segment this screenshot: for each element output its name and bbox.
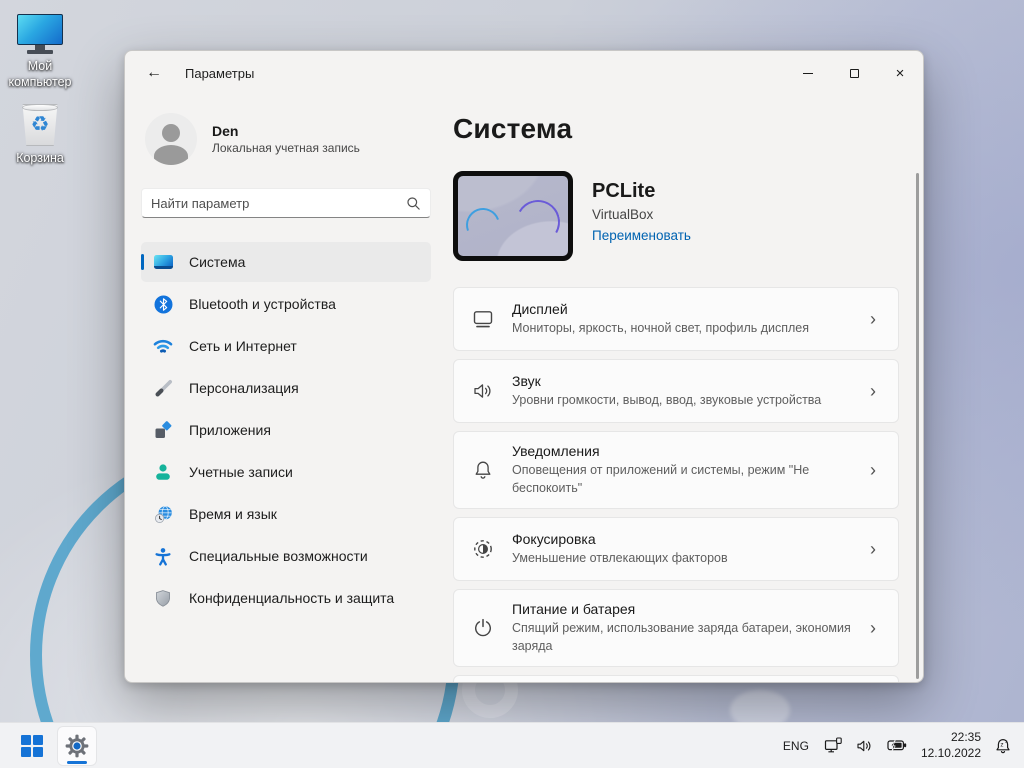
chevron-right-icon: › — [856, 539, 890, 560]
thumb-arc-purple — [511, 195, 565, 249]
desktop-icon-my-computer[interactable]: Мой компьютер — [1, 14, 79, 90]
windows-logo-icon — [21, 735, 43, 757]
titlebar: ← Параметры × — [125, 51, 923, 95]
taskbar-settings-button[interactable] — [58, 727, 96, 765]
accessibility-icon — [153, 546, 173, 566]
notification-bell-dnd-icon[interactable]: z z — [994, 737, 1012, 754]
settings-nav: Система Bluetooth и устройства — [141, 242, 431, 618]
close-button[interactable]: × — [877, 51, 923, 95]
user-name: Den — [212, 123, 360, 139]
accounts-icon — [153, 462, 173, 482]
time: 22:35 — [921, 730, 981, 746]
user-avatar — [145, 113, 197, 165]
setting-card-power[interactable]: Питание и батарея Спящий режим, использо… — [453, 589, 899, 667]
device-info-row: PCLite VirtualBox Переименовать — [453, 171, 899, 261]
vertical-scrollbar[interactable] — [916, 173, 919, 679]
system-icon — [153, 252, 173, 272]
apps-icon — [153, 420, 173, 440]
desktop-icon-recycle-bin[interactable]: ♻ Корзина — [1, 104, 79, 167]
sidebar-item-apps[interactable]: Приложения — [141, 410, 431, 450]
battery-charging-icon[interactable] — [887, 739, 908, 752]
settings-cards: Дисплей Мониторы, яркость, ночной свет, … — [453, 287, 899, 683]
gear-icon — [64, 733, 90, 759]
system-tray: ENG — [781, 730, 1012, 761]
setting-card-focus[interactable]: Фокусировка Уменьшение отвлекающих факто… — [453, 517, 899, 581]
desktop: Мой компьютер ♻ Корзина ← Параметры × D — [0, 0, 1024, 768]
running-app-indicator — [67, 761, 87, 764]
focus-icon — [454, 537, 512, 561]
desktop-icon-label: Корзина — [16, 151, 64, 167]
power-icon — [454, 616, 512, 640]
user-account-type: Локальная учетная запись — [212, 141, 360, 155]
chevron-right-icon: › — [856, 309, 890, 330]
language-indicator[interactable]: ENG — [781, 735, 811, 757]
svg-text:z: z — [1005, 739, 1007, 744]
time-language-icon — [153, 504, 173, 524]
sidebar-item-accounts[interactable]: Учетные записи — [141, 452, 431, 492]
sidebar: Den Локальная учетная запись Си — [125, 95, 447, 682]
recycle-bin-icon: ♻ — [21, 104, 59, 146]
sidebar-item-network[interactable]: Сеть и Интернет — [141, 326, 431, 366]
sidebar-item-personalization[interactable]: Персонализация — [141, 368, 431, 408]
search-icon — [406, 196, 421, 211]
sidebar-item-privacy[interactable]: Конфиденциальность и защита — [141, 578, 431, 618]
thumb-arc-blue — [460, 202, 505, 247]
device-wallpaper-thumbnail — [453, 171, 573, 261]
chevron-right-icon: › — [856, 381, 890, 402]
taskbar: ENG — [0, 722, 1024, 768]
device-name: PCLite — [592, 180, 691, 203]
chevron-right-icon: › — [856, 460, 890, 481]
sound-icon — [454, 379, 512, 403]
page-title: Система — [453, 113, 899, 145]
search-input[interactable] — [151, 196, 406, 211]
selected-accent-pill — [141, 254, 144, 270]
bluetooth-icon — [153, 294, 173, 314]
settings-search-box[interactable] — [141, 188, 431, 218]
network-status-icon[interactable] — [824, 737, 843, 754]
chevron-right-icon: › — [856, 618, 890, 639]
privacy-shield-icon — [153, 588, 173, 608]
personalization-brush-icon — [153, 378, 173, 398]
window-title: Параметры — [185, 66, 254, 81]
sidebar-item-bluetooth[interactable]: Bluetooth и устройства — [141, 284, 431, 324]
volume-icon[interactable] — [856, 738, 874, 754]
close-icon: × — [896, 66, 905, 81]
svg-text:z: z — [1000, 742, 1003, 749]
network-wifi-icon — [153, 336, 173, 356]
taskbar-clock[interactable]: 22:35 12.10.2022 — [921, 730, 981, 761]
sidebar-item-accessibility[interactable]: Специальные возможности — [141, 536, 431, 576]
rename-link[interactable]: Переименовать — [592, 228, 691, 243]
minimize-icon — [803, 73, 813, 74]
date: 12.10.2022 — [921, 746, 981, 762]
sidebar-item-time-language[interactable]: Время и язык — [141, 494, 431, 534]
desktop-icon-label: Мой компьютер — [1, 59, 79, 90]
minimize-button[interactable] — [785, 51, 831, 95]
setting-card-partial[interactable] — [453, 675, 899, 683]
settings-window: ← Параметры × Den Локальная учетная запи… — [124, 50, 924, 683]
user-account-row[interactable]: Den Локальная учетная запись — [141, 113, 431, 165]
sidebar-item-system[interactable]: Система — [141, 242, 431, 282]
setting-card-notifications[interactable]: Уведомления Оповещения от приложений и с… — [453, 431, 899, 509]
setting-card-sound[interactable]: Звук Уровни громкости, вывод, ввод, звук… — [453, 359, 899, 423]
main-panel: Система PCLite VirtualBox Переименовать — [447, 95, 923, 682]
back-button[interactable]: ← — [137, 58, 171, 88]
device-model: VirtualBox — [592, 207, 691, 222]
start-button[interactable] — [13, 727, 51, 765]
maximize-icon — [850, 69, 859, 78]
maximize-button[interactable] — [831, 51, 877, 95]
notifications-bell-icon — [454, 458, 512, 482]
setting-card-display[interactable]: Дисплей Мониторы, яркость, ночной свет, … — [453, 287, 899, 351]
display-icon — [454, 307, 512, 331]
my-computer-icon — [17, 14, 63, 54]
